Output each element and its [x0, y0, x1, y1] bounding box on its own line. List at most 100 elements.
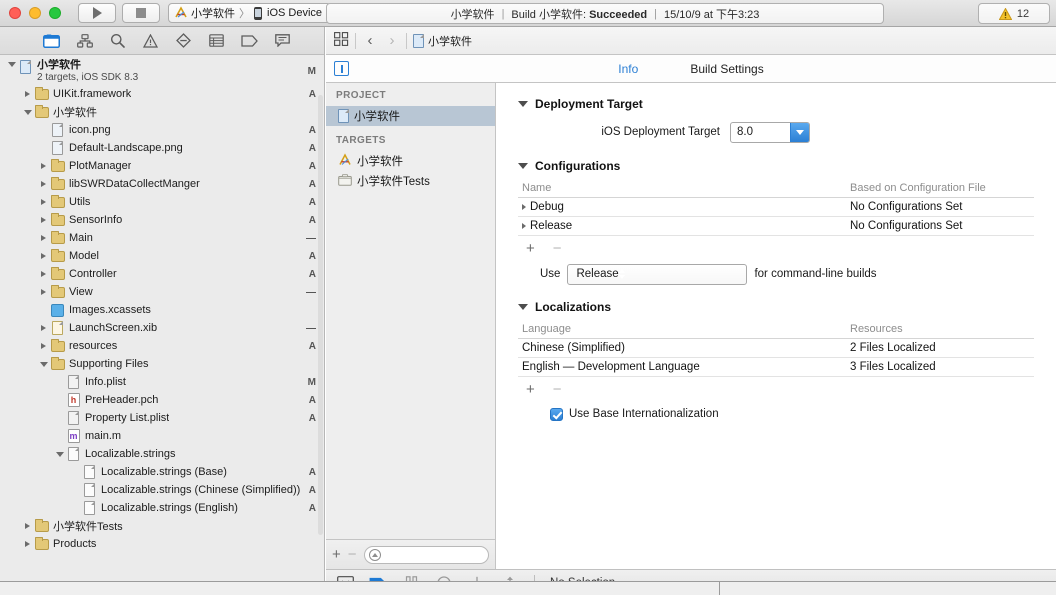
navigator-row[interactable]: UIKit.framework A — [0, 85, 324, 103]
chevron-down-icon[interactable] — [790, 122, 809, 142]
navigator-tab-breakpoint[interactable] — [240, 31, 260, 51]
use-base-internationalization-checkbox[interactable] — [550, 407, 563, 421]
disclosure-triangle-icon[interactable] — [22, 539, 33, 550]
disclosure-triangle-icon[interactable] — [38, 287, 49, 298]
navigator-row[interactable]: SensorInfo A — [0, 211, 324, 229]
navigator-row[interactable]: libSWRDataCollectManger A — [0, 175, 324, 193]
stop-button[interactable] — [122, 3, 160, 23]
add-localization-button[interactable]: + — [526, 382, 535, 397]
forward-button[interactable]: › — [384, 32, 400, 49]
navigator-row[interactable]: h PreHeader.pch A — [0, 391, 324, 409]
navigator-row[interactable]: Localizable.strings (English) A — [0, 499, 324, 517]
use-base-internationalization-row[interactable]: Use Base Internationalization — [518, 401, 1034, 427]
jump-bar-path[interactable]: 小学软件 — [413, 33, 472, 49]
tab-build-settings[interactable]: Build Settings — [690, 62, 763, 76]
target-item-app[interactable]: 小学软件 — [326, 151, 495, 171]
disclosure-triangle-icon[interactable] — [522, 204, 526, 210]
disclosure-triangle-icon[interactable] — [6, 59, 17, 70]
disclosure-triangle-icon[interactable] — [22, 89, 33, 100]
localizations-header[interactable]: Localizations — [518, 296, 1034, 318]
remove-target-button[interactable]: − — [348, 547, 357, 562]
navigator-row[interactable]: Utils A — [0, 193, 324, 211]
navigator-row[interactable]: Products — [0, 535, 324, 553]
warning-indicator[interactable]: 12 — [978, 3, 1050, 24]
jump-bar-document-name: 小学软件 — [428, 35, 472, 48]
disclosure-triangle-icon[interactable] — [38, 179, 49, 190]
table-row[interactable]: Debug No Configurations Set — [518, 198, 1034, 217]
updown-chevron-icon[interactable] — [618, 269, 625, 279]
navigator-row[interactable]: m main.m — [0, 427, 324, 445]
disclosure-triangle-icon[interactable] — [38, 323, 49, 334]
navigator-tab-project[interactable] — [42, 31, 62, 51]
navigator-row[interactable]: 小学软件 — [0, 103, 324, 121]
add-configuration-button[interactable]: + — [526, 241, 535, 256]
disclosure-triangle-icon[interactable] — [38, 233, 49, 244]
navigator-row[interactable]: 小学软件 2 targets, iOS SDK 8.3 M — [0, 58, 324, 85]
navigator-row[interactable]: PlotManager A — [0, 157, 324, 175]
close-window-button[interactable] — [9, 7, 21, 19]
disclosure-triangle-icon[interactable] — [38, 269, 49, 280]
table-row[interactable]: English — Development Language 3 Files L… — [518, 358, 1034, 377]
navigator-row[interactable]: resources A — [0, 337, 324, 355]
xcode-project-icon — [338, 109, 349, 123]
ios-deployment-target-combobox[interactable]: 8.0 — [730, 121, 810, 143]
remove-localization-button[interactable]: − — [553, 382, 562, 397]
disclosure-triangle-icon[interactable] — [22, 107, 33, 118]
disclosure-triangle-icon[interactable] — [522, 223, 526, 229]
project-item-xiaoxue[interactable]: 小学软件 — [326, 106, 495, 126]
navigator-row[interactable]: View — — [0, 283, 324, 301]
configurations-header[interactable]: Configurations — [518, 155, 1034, 177]
navigator-row[interactable]: LaunchScreen.xib — — [0, 319, 324, 337]
navigator-tab-test[interactable] — [174, 31, 194, 51]
navigator-row-label: Info.plist — [85, 376, 126, 388]
run-button[interactable] — [78, 3, 116, 23]
minimize-window-button[interactable] — [29, 7, 41, 19]
localization-resources: 2 Files Localized — [850, 342, 936, 354]
navigator-row[interactable]: icon.png A — [0, 121, 324, 139]
navigator-tab-issue[interactable] — [141, 31, 161, 51]
disclosure-triangle-icon[interactable] — [38, 197, 49, 208]
disclosure-triangle-icon[interactable] — [38, 359, 49, 370]
bottom-split-handle[interactable] — [719, 582, 720, 595]
project-navigator-tree[interactable]: 小学软件 2 targets, iOS SDK 8.3 M UIKit.framewo… — [0, 55, 324, 595]
disclosure-triangle-icon[interactable] — [38, 215, 49, 226]
navigator-row[interactable]: Controller A — [0, 265, 324, 283]
disclosure-triangle-icon[interactable] — [38, 161, 49, 172]
add-target-button[interactable]: + — [332, 547, 341, 562]
project-targets-scroll[interactable]: PROJECT 小学软件 TARGETS 小学软件 小学软件Tests — [326, 83, 495, 539]
target-item-tests[interactable]: 小学软件Tests — [326, 171, 495, 191]
navigator-tab-debug[interactable] — [207, 31, 227, 51]
navigator-row[interactable]: Images.xcassets — [0, 301, 324, 319]
navigator-row[interactable]: Localizable.strings (Chinese (Simplified… — [0, 481, 324, 499]
disclosure-triangle-icon[interactable] — [38, 341, 49, 352]
navigator-row-status: — — [306, 232, 316, 244]
navigator-row[interactable]: Localizable.strings (Base) A — [0, 463, 324, 481]
navigator-row[interactable]: Info.plist M — [0, 373, 324, 391]
navigator-row[interactable]: Localizable.strings — [0, 445, 324, 463]
deployment-target-header[interactable]: Deployment Target — [518, 93, 1034, 115]
related-items-icon[interactable] — [334, 32, 349, 49]
disclosure-triangle-icon[interactable] — [38, 251, 49, 262]
scheme-selector[interactable]: 小学软件 〉 iOS Device — [168, 3, 332, 23]
navigator-scrollbar[interactable] — [318, 95, 323, 535]
zoom-window-button[interactable] — [49, 7, 61, 19]
navigator-row[interactable]: Model A — [0, 247, 324, 265]
remove-configuration-button[interactable]: − — [553, 241, 562, 256]
navigator-tab-symbol[interactable] — [75, 31, 95, 51]
table-row[interactable]: Release No Configurations Set — [518, 217, 1034, 236]
navigator-row[interactable]: 小学软件Tests — [0, 517, 324, 535]
tab-info[interactable]: Info — [618, 62, 638, 76]
back-button[interactable]: ‹ — [362, 32, 378, 49]
disclosure-triangle-icon[interactable] — [54, 449, 65, 460]
navigator-tab-find[interactable] — [108, 31, 128, 51]
table-row[interactable]: Chinese (Simplified) 2 Files Localized — [518, 339, 1034, 358]
navigator-row[interactable]: Main — — [0, 229, 324, 247]
navigator-row[interactable]: Default-Landscape.png A — [0, 139, 324, 157]
navigator-row[interactable]: Property List.plist A — [0, 409, 324, 427]
navigator-row[interactable]: Supporting Files — [0, 355, 324, 373]
command-line-configuration-popup[interactable]: Release — [567, 263, 748, 285]
target-filter-field[interactable] — [363, 545, 489, 564]
navigator-tab-report[interactable] — [273, 31, 293, 51]
disclosure-triangle-icon[interactable] — [22, 521, 33, 532]
